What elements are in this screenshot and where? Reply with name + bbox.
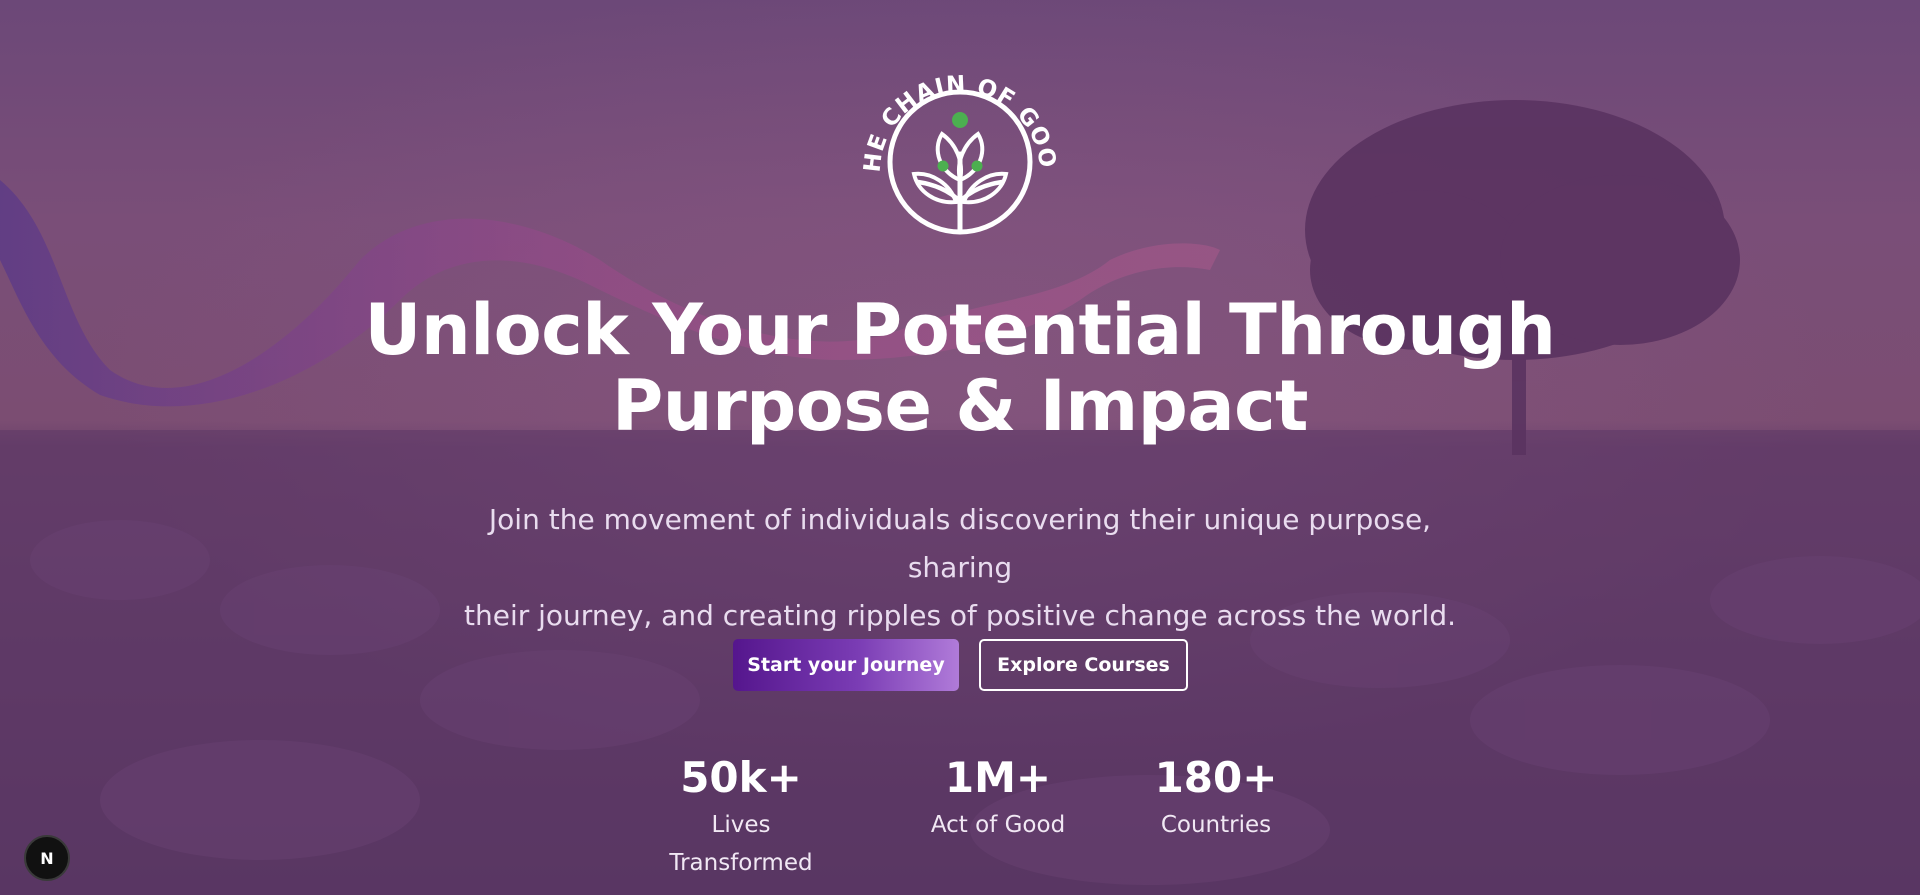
stat-value: 1M+ bbox=[944, 753, 1052, 802]
sprout-in-circle-icon: THE CHAIN OF GOOD bbox=[860, 62, 1059, 235]
stat-value: 50k+ bbox=[680, 753, 802, 802]
hero-subheadline: Join the movement of individuals discove… bbox=[440, 496, 1480, 640]
stat-lives-transformed: 50k+ Lives Transformed bbox=[640, 750, 842, 882]
explore-courses-button[interactable]: Explore Courses bbox=[979, 639, 1188, 691]
stat-label: Countries bbox=[1160, 812, 1272, 838]
subheadline-line-2: their journey, and creating ripples of p… bbox=[464, 599, 1456, 632]
hero-content: THE CHAIN OF GOOD Unlock Your Potential … bbox=[0, 0, 1920, 895]
hero-headline: Unlock Your Potential Through Purpose & … bbox=[260, 292, 1660, 444]
dev-badge-letter: N bbox=[40, 848, 54, 868]
nextjs-icon[interactable]: N bbox=[24, 835, 70, 881]
stat-acts-of-good: 1M+ Act of Good bbox=[918, 750, 1078, 844]
headline-line-1: Unlock Your Potential Through bbox=[364, 289, 1556, 371]
stat-countries: 180+ Countries bbox=[1136, 750, 1296, 844]
start-journey-button[interactable]: Start your Journey bbox=[733, 639, 959, 691]
stat-label: Act of Good bbox=[930, 812, 1066, 838]
subheadline-line-1: Join the movement of individuals discove… bbox=[488, 503, 1432, 584]
stat-value: 180+ bbox=[1154, 753, 1278, 802]
hero-section: THE CHAIN OF GOOD Unlock Your Potential … bbox=[0, 0, 1920, 895]
stat-label: Lives Transformed bbox=[669, 812, 813, 876]
headline-line-2: Purpose & Impact bbox=[611, 365, 1309, 447]
